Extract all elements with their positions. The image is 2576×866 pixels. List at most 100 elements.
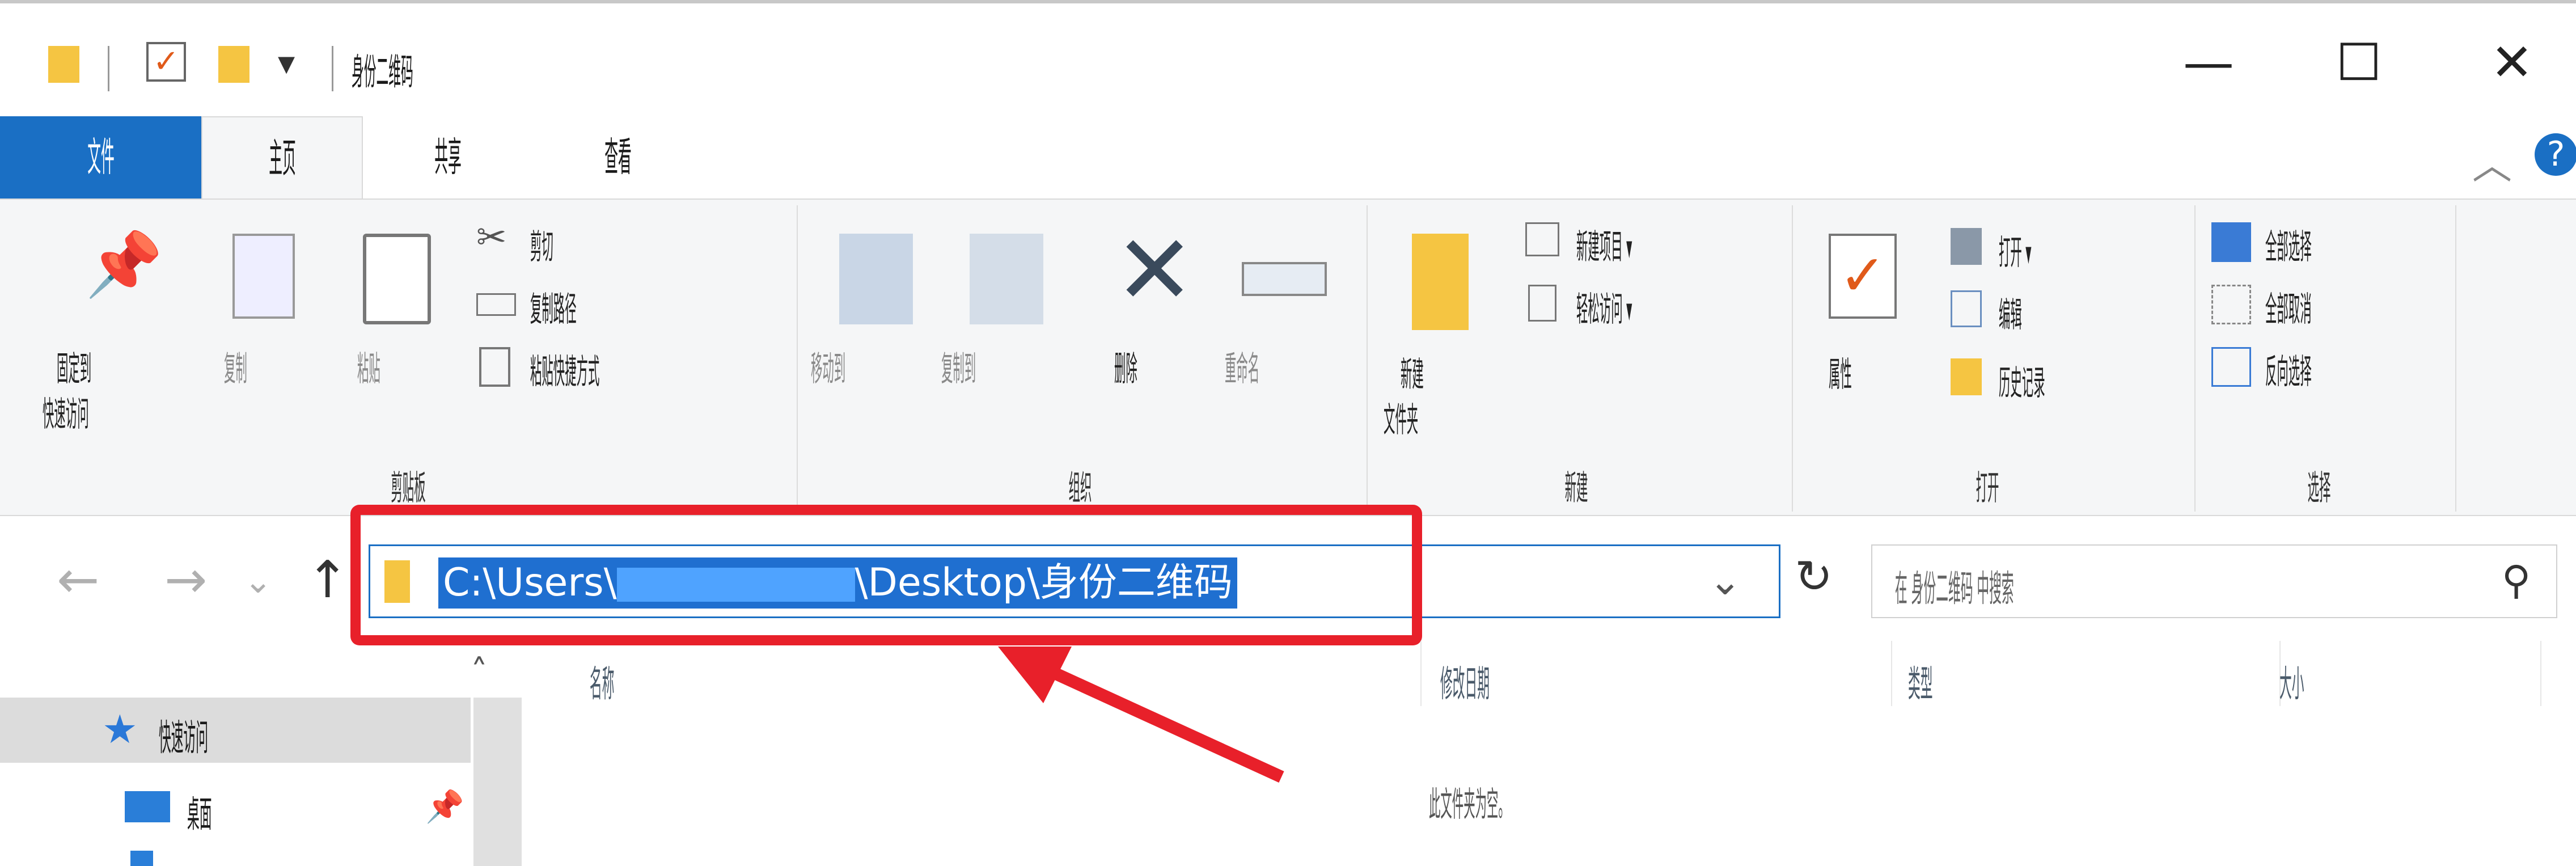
invert-selection-icon (2211, 347, 2251, 387)
new-item-button[interactable]: 新建项目 ▾ (1525, 217, 1786, 268)
select-all-icon (2211, 222, 2251, 262)
copy-label: 复制 (224, 349, 247, 389)
column-header-size[interactable]: 大小 (2279, 655, 2352, 707)
copy-icon (232, 234, 295, 319)
select-all-button[interactable]: 全部选择 (2211, 217, 2467, 268)
customize-toolbar-dropdown[interactable]: ▾ (278, 43, 295, 83)
refresh-icon[interactable]: ↻ (1795, 550, 1833, 603)
new-folder-button[interactable]: 新建 文件夹 (1384, 222, 1520, 440)
column-separator[interactable] (1420, 641, 1422, 706)
properties-quick-icon[interactable]: ✓ (146, 42, 186, 82)
forward-arrow-icon[interactable]: → (164, 550, 207, 610)
group-separator (1367, 205, 1368, 512)
new-item-icon (1525, 222, 1559, 256)
separator (108, 46, 109, 91)
new-folder-label-1: 新建 (1401, 355, 1424, 395)
group-label-clipboard: 剪贴板 (391, 468, 426, 508)
sidebar-item-quick-access[interactable]: ★ 快速访问 (0, 698, 471, 763)
properties-button[interactable]: ✓ 属性 (1812, 222, 1925, 438)
sidebar-item-partial[interactable] (130, 851, 153, 866)
ribbon: 📌 固定到 快速访问 复制 粘贴 ✂ 剪切 复制路径 粘贴快捷方式 剪贴板 移动… (0, 198, 2576, 516)
paste-shortcut-button[interactable]: 粘贴快捷方式 (476, 341, 794, 392)
scrollbar[interactable] (473, 698, 522, 866)
column-separator[interactable] (2540, 641, 2541, 706)
delete-x-icon: ✕ (1114, 214, 1195, 327)
pin-label-2: 快速访问 (43, 395, 89, 434)
new-folder-icon (1412, 234, 1469, 330)
properties-label: 属性 (1829, 355, 1852, 395)
star-icon: ★ (102, 706, 138, 753)
tab-file[interactable]: 文件 (0, 116, 201, 198)
title-bar: ✓ ▾ 身份二维码 — ☐ ✕ (0, 0, 2576, 116)
easy-access-label: 轻松访问 ▾ (1576, 290, 1632, 329)
sidebar-item-label: 桌面 (187, 794, 212, 836)
move-to-button[interactable]: 移动到 (811, 222, 941, 409)
highlight-arrow (998, 647, 1284, 783)
navigation-pane: ˄ ★ 快速访问 桌面 📌 (0, 652, 522, 866)
search-input[interactable]: 在 身份二维码 中搜索 (1895, 560, 2245, 612)
select-none-label: 全部取消 (2265, 290, 2312, 329)
open-button[interactable]: 打开 ▾ (1951, 222, 2177, 273)
cut-label: 剪切 (530, 227, 553, 267)
pin-to-quick-access-button[interactable]: 📌 固定到 快速访问 (23, 222, 204, 438)
search-box[interactable]: 在 身份二维码 中搜索 ⚲ (1871, 544, 2557, 618)
column-header-date[interactable]: 修改日期 (1440, 655, 1585, 707)
back-arrow-icon[interactable]: ← (57, 550, 99, 610)
collapse-ribbon-icon[interactable]: ︿ (2472, 133, 2512, 191)
folder-icon (48, 46, 79, 83)
easy-access-button[interactable]: 轻松访问 ▾ (1525, 279, 1786, 330)
separator (332, 46, 333, 91)
paste-shortcut-label: 粘贴快捷方式 (530, 352, 600, 392)
cut-button[interactable]: ✂ 剪切 (476, 217, 794, 268)
move-to-icon (839, 234, 913, 324)
copy-to-icon (970, 234, 1043, 324)
select-none-icon (2211, 285, 2251, 324)
select-none-button[interactable]: 全部取消 (2211, 279, 2467, 330)
shortcut-icon (479, 347, 510, 387)
open-label: 打开 ▾ (1999, 233, 2032, 273)
new-item-label: 新建项目 ▾ (1576, 227, 1632, 267)
tab-view[interactable]: 查看 (544, 116, 692, 198)
clipboard-icon (363, 234, 431, 324)
maximize-button[interactable]: ☐ (2296, 26, 2421, 100)
invert-selection-label: 反向选择 (2265, 352, 2312, 392)
new-folder-label-2: 文件夹 (1384, 400, 1419, 440)
history-icon (1951, 358, 1982, 395)
copy-button[interactable]: 复制 (221, 222, 335, 392)
scroll-up-icon[interactable]: ˄ (471, 652, 488, 692)
group-label-select: 选择 (2307, 468, 2331, 508)
empty-folder-message: 此文件夹为空。 (1429, 785, 1510, 825)
invert-selection-button[interactable]: 反向选择 (2211, 341, 2467, 392)
copy-to-button[interactable]: 复制到 (941, 222, 1072, 409)
up-arrow-icon[interactable]: ↑ (306, 550, 349, 610)
history-button[interactable]: 历史记录 (1951, 353, 2177, 404)
rename-button[interactable]: 重命名 (1219, 222, 1355, 409)
sidebar-item-label: 快速访问 (159, 717, 209, 759)
sidebar-item-desktop[interactable]: 桌面 📌 (0, 774, 471, 839)
delete-button[interactable]: ✕ 删除 (1100, 222, 1213, 409)
address-dropdown-icon[interactable]: ⌄ (1708, 557, 1742, 604)
recent-locations-icon[interactable]: ⌄ (244, 561, 272, 601)
minimize-button[interactable]: — (2146, 26, 2271, 100)
close-button[interactable]: ✕ (2450, 26, 2574, 100)
desktop-icon (125, 791, 170, 822)
tab-share[interactable]: 共享 (374, 116, 522, 198)
paste-button[interactable]: 粘贴 (352, 222, 465, 392)
scissors-icon: ✂ (476, 217, 507, 259)
edit-button[interactable]: 编辑 (1951, 285, 2177, 336)
delete-label: 删除 (1114, 349, 1137, 389)
column-header-name[interactable]: 名称 (590, 655, 662, 707)
new-folder-quick-icon[interactable] (218, 46, 249, 83)
pin-icon[interactable]: 📌 (425, 788, 464, 825)
open-icon (1951, 228, 1982, 265)
history-label: 历史记录 (1999, 364, 2045, 403)
tab-home[interactable]: 主页 (201, 116, 363, 198)
easy-access-icon (1528, 285, 1556, 322)
column-separator[interactable] (1891, 641, 1892, 706)
help-icon[interactable]: ? (2535, 133, 2576, 176)
column-header-type[interactable]: 类型 (1908, 655, 1981, 707)
copy-path-button[interactable]: 复制路径 (476, 279, 794, 330)
group-separator (797, 205, 798, 512)
group-separator (2455, 205, 2456, 512)
search-icon[interactable]: ⚲ (2502, 557, 2531, 603)
